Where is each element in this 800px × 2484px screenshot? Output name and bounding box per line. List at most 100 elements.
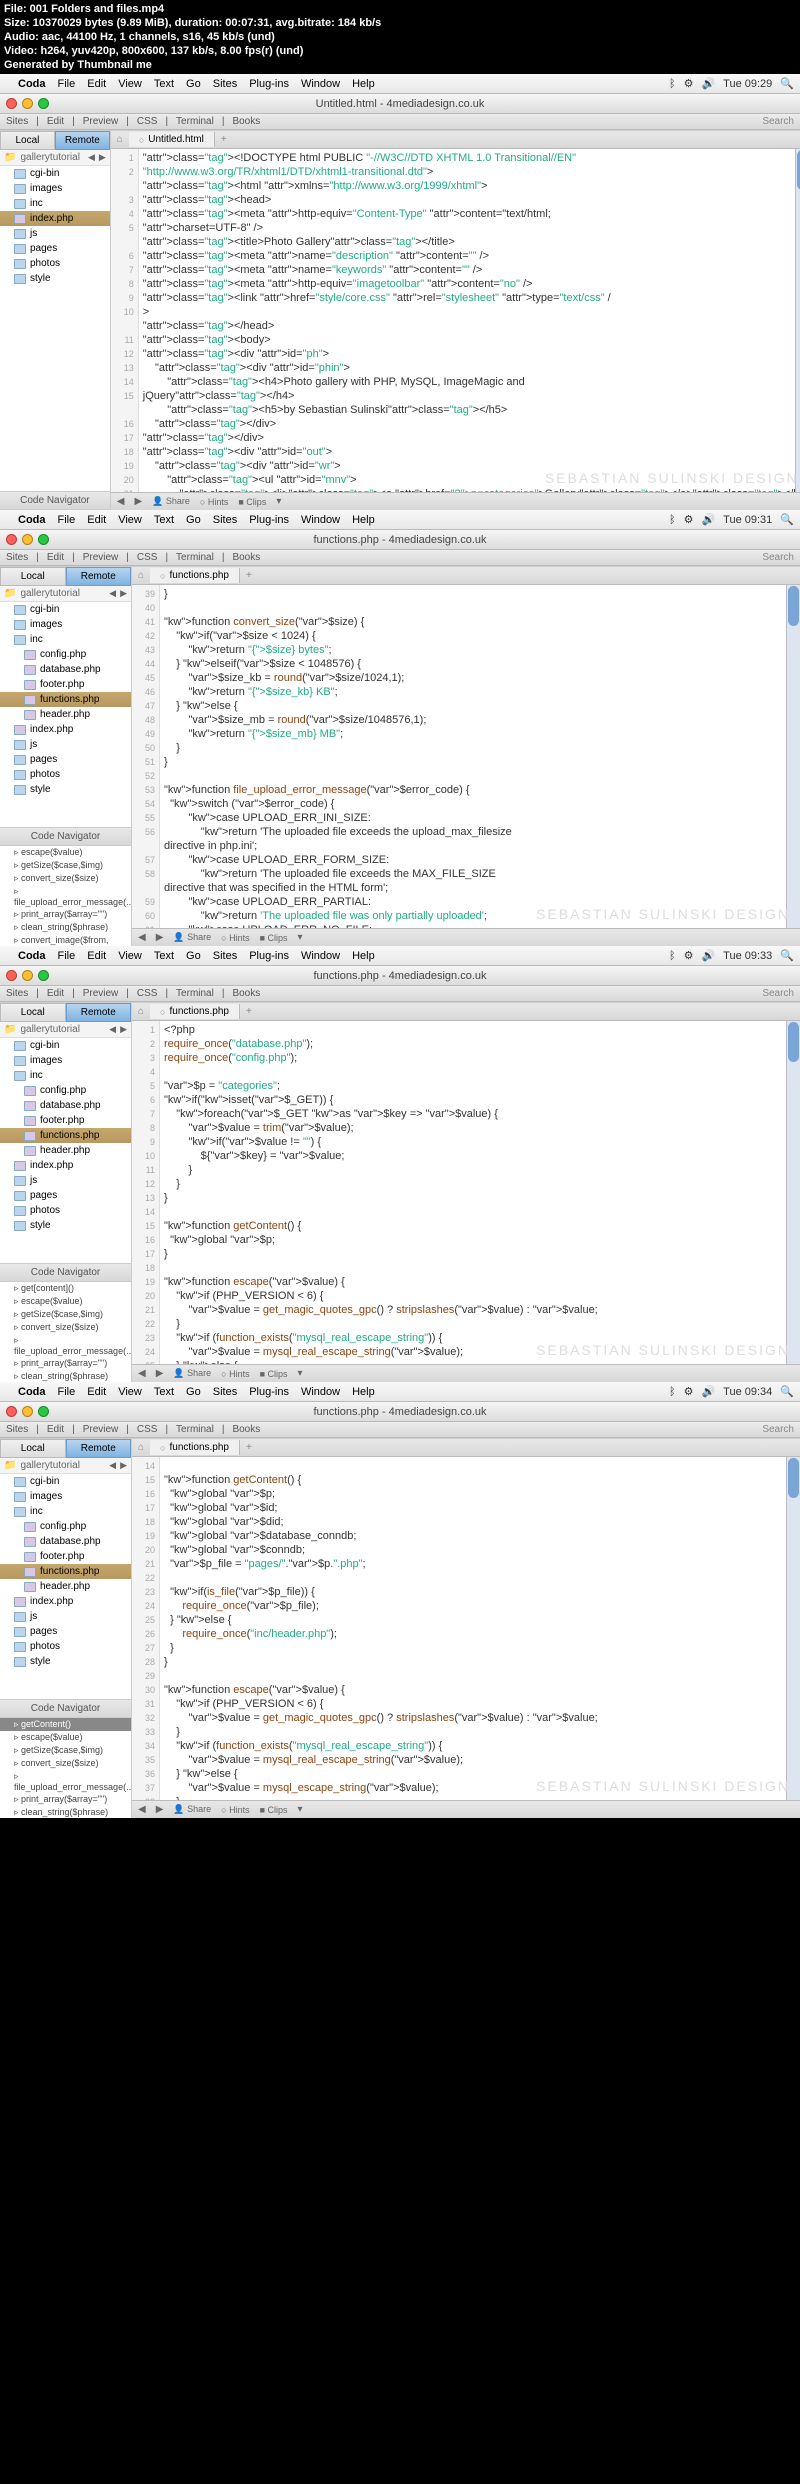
minimize-icon[interactable] [22, 1406, 33, 1417]
codenav-item[interactable]: ▹ print_array($array="") [0, 908, 131, 921]
file-tree-item[interactable]: index.php [0, 211, 110, 226]
app-name[interactable]: Coda [18, 514, 46, 526]
wifi-icon[interactable]: ⚙ [684, 1385, 694, 1398]
file-tree-item[interactable]: header.php [0, 1143, 131, 1158]
file-tree-item[interactable]: photos [0, 1203, 131, 1218]
mode-item[interactable]: Sites [6, 1424, 28, 1435]
scrollbar[interactable] [786, 1021, 800, 1364]
hints-button[interactable]: ○ Hints [221, 1805, 249, 1815]
codenav-item[interactable]: ▹ escape($value) [0, 846, 131, 859]
search-label[interactable]: Search [762, 1424, 794, 1435]
menu-item[interactable]: Text [154, 78, 174, 90]
dropdown-icon[interactable]: ▾ [298, 1368, 303, 1379]
bluetooth-icon[interactable]: ᛒ [669, 950, 676, 962]
close-icon[interactable] [6, 98, 17, 109]
minimize-icon[interactable] [22, 98, 33, 109]
close-tab-icon[interactable]: ○ [139, 135, 144, 145]
menu-item[interactable]: Text [154, 1386, 174, 1398]
source[interactable]: "kw">function getContent() { "kw">global… [160, 1457, 800, 1800]
local-button[interactable]: Local [0, 131, 55, 150]
path-crumb[interactable]: 📁gallerytutorial◀▶ [0, 586, 131, 602]
file-tree-item[interactable]: style [0, 1218, 131, 1233]
mode-item[interactable]: Books [232, 116, 260, 127]
volume-icon[interactable]: 🔊 [701, 513, 715, 526]
spotlight-icon[interactable]: 🔍 [780, 1385, 794, 1398]
nav-back-icon[interactable]: ◀ [117, 496, 125, 507]
file-tree-item[interactable]: footer.php [0, 1113, 131, 1128]
path-crumb[interactable]: 📁gallerytutorial◀▶ [0, 150, 110, 166]
scroll-thumb[interactable] [788, 586, 799, 626]
menu-item[interactable]: File [58, 514, 76, 526]
mode-item[interactable]: Sites [6, 116, 28, 127]
share-button[interactable]: 👤 Share [173, 932, 211, 943]
zoom-icon[interactable] [38, 534, 49, 545]
nav-fwd-icon[interactable]: ▶ [120, 1460, 127, 1471]
menu-item[interactable]: Help [352, 78, 375, 90]
codenav-item[interactable]: ▹ file_upload_error_message(... [0, 1770, 131, 1793]
menu-item[interactable]: File [58, 1386, 76, 1398]
search-label[interactable]: Search [762, 988, 794, 999]
close-tab-icon[interactable]: ○ [160, 1443, 165, 1453]
menu-item[interactable]: Text [154, 514, 174, 526]
nav-fwd-icon[interactable]: ▶ [120, 1024, 127, 1035]
codenav-item[interactable]: ▹ escape($value) [0, 1731, 131, 1744]
path-crumb[interactable]: 📁gallerytutorial◀▶ [0, 1458, 131, 1474]
file-tree-item[interactable]: style [0, 782, 131, 797]
file-tree-item[interactable]: images [0, 1489, 131, 1504]
codenav-item[interactable]: ▹ getSize($case,$img) [0, 1744, 131, 1757]
minimize-icon[interactable] [22, 970, 33, 981]
file-tree-item[interactable]: images [0, 181, 110, 196]
file-tree-item[interactable]: js [0, 1173, 131, 1188]
spotlight-icon[interactable]: 🔍 [780, 77, 794, 90]
mode-item[interactable]: Books [232, 552, 260, 563]
dropdown-icon[interactable]: ▾ [298, 1804, 303, 1815]
app-name[interactable]: Coda [18, 78, 46, 90]
menu-item[interactable]: Help [352, 1386, 375, 1398]
nav-fwd-icon[interactable]: ▶ [120, 588, 127, 599]
codenav-item[interactable]: ▹ convert_size($size) [0, 1321, 131, 1334]
hints-button[interactable]: ○ Hints [221, 1369, 249, 1379]
clips-button[interactable]: ■ Clips [260, 1369, 288, 1379]
scroll-thumb[interactable] [788, 1458, 799, 1498]
file-tree-item[interactable]: config.php [0, 1519, 131, 1534]
clock[interactable]: Tue 09:29 [723, 78, 772, 90]
mode-item[interactable]: Preview [83, 116, 119, 127]
home-icon[interactable]: ⌂ [132, 1442, 150, 1453]
nav-back-icon[interactable]: ◀ [138, 1804, 146, 1815]
nav-fwd-icon[interactable]: ▶ [134, 496, 142, 507]
mode-item[interactable]: Preview [83, 552, 119, 563]
file-tree-item[interactable]: database.php [0, 1098, 131, 1113]
nav-fwd-icon[interactable]: ▶ [156, 932, 164, 943]
menu-item[interactable]: Plug-ins [249, 1386, 289, 1398]
mode-item[interactable]: Sites [6, 552, 28, 563]
file-tree-item[interactable]: inc [0, 1068, 131, 1083]
clock[interactable]: Tue 09:34 [723, 1386, 772, 1398]
file-tree-item[interactable]: functions.php [0, 692, 131, 707]
file-tree-item[interactable]: config.php [0, 1083, 131, 1098]
source[interactable]: } "kw">function convert_size("var">$size… [160, 585, 800, 928]
file-tree-item[interactable]: database.php [0, 662, 131, 677]
mode-item[interactable]: Preview [83, 1424, 119, 1435]
file-tree-item[interactable]: images [0, 617, 131, 632]
file-tree-item[interactable]: index.php [0, 722, 131, 737]
volume-icon[interactable]: 🔊 [701, 949, 715, 962]
menu-item[interactable]: Edit [87, 950, 106, 962]
file-tree-item[interactable]: pages [0, 1188, 131, 1203]
clips-button[interactable]: ■ Clips [238, 497, 266, 507]
home-icon[interactable]: ⌂ [132, 570, 150, 581]
hints-button[interactable]: ○ Hints [221, 933, 249, 943]
remote-button[interactable]: Remote [66, 1439, 132, 1458]
hints-button[interactable]: ○ Hints [200, 497, 228, 507]
file-tree-item[interactable]: header.php [0, 707, 131, 722]
mode-item[interactable]: CSS [137, 1424, 158, 1435]
share-button[interactable]: 👤 Share [173, 1804, 211, 1815]
bluetooth-icon[interactable]: ᛒ [669, 514, 676, 526]
menu-item[interactable]: Sites [213, 950, 237, 962]
file-tree-item[interactable]: index.php [0, 1594, 131, 1609]
file-tree-item[interactable]: style [0, 1654, 131, 1669]
codenav-item[interactable]: ▹ print_array($array="") [0, 1793, 131, 1806]
scroll-thumb[interactable] [797, 150, 800, 190]
close-tab-icon[interactable]: ○ [160, 571, 165, 581]
scroll-thumb[interactable] [788, 1022, 799, 1062]
source[interactable]: "attr">class="tag"><!DOCTYPE html PUBLIC… [139, 149, 800, 492]
